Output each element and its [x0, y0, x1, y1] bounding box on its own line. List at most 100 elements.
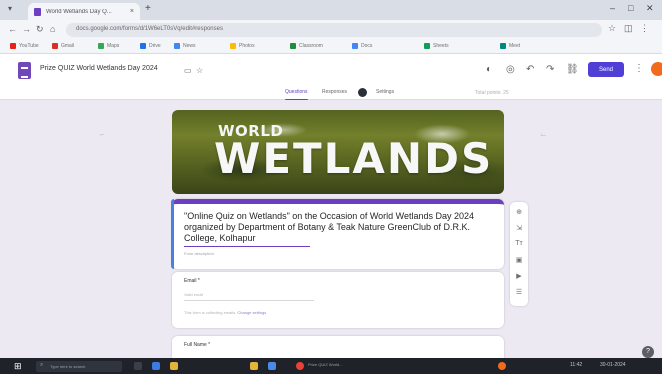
title-focus-underline [184, 246, 310, 247]
task-view-icon[interactable] [134, 362, 142, 370]
bookmark-label: Classroom [299, 43, 323, 49]
form-title[interactable]: "Online Quiz on Wetlands" on the Occasio… [184, 211, 496, 244]
total-points: Total points: 25 [475, 90, 509, 96]
close-tab-icon[interactable]: × [130, 8, 134, 15]
reload-icon[interactable]: ↻ [36, 24, 44, 35]
avatar[interactable] [651, 62, 662, 76]
form-tabs: Questions Responses Settings Total point… [0, 86, 662, 101]
mail-app-icon[interactable] [268, 362, 276, 370]
close-window-icon[interactable]: ✕ [646, 3, 654, 14]
undo-icon[interactable]: ↶ [526, 64, 534, 75]
bookmark-label: Meet [509, 43, 521, 49]
browser-tab[interactable]: World Wetlands Day Q... × [28, 3, 140, 20]
taskbar-app-label[interactable]: Prize QUIZ World... [308, 362, 343, 367]
maximize-icon[interactable]: □ [628, 3, 633, 13]
bookmark-favicon-icon [10, 43, 16, 49]
banner-line-wetlands: WETLANDS [214, 134, 494, 183]
bookmark-label: Drive [149, 43, 161, 49]
header-banner-image: WORLD WETLANDS [172, 110, 504, 194]
more-options-icon[interactable]: ⋮ [634, 63, 644, 74]
tab-search-icon[interactable]: ▾ [8, 4, 12, 13]
add-title-icon[interactable]: Tт [510, 240, 528, 247]
document-title[interactable]: Prize QUIZ World Wetlands Day 2024 [40, 65, 158, 72]
bookmark-favicon-icon [230, 43, 236, 49]
tray-app-icon[interactable] [498, 362, 506, 370]
address-bar[interactable]: docs.google.com/forms/d/1W6eLT0sVq/edit#… [66, 23, 602, 37]
bookmark-favicon-icon [98, 43, 104, 49]
form-description[interactable]: Form description [184, 251, 214, 256]
forms-favicon-icon [34, 7, 41, 16]
bookmark-label: News [183, 43, 196, 49]
edge-browser-icon[interactable] [152, 362, 160, 370]
browser-menu-icon[interactable]: ⋮ [640, 23, 649, 34]
bookmark-favicon-icon [140, 43, 146, 49]
tab-questions[interactable]: Questions [285, 89, 308, 101]
back-icon[interactable]: ← [8, 24, 17, 34]
extensions-icon[interactable]: ◫ [624, 23, 633, 34]
new-tab-button[interactable]: + [145, 3, 151, 14]
tray-time: 11:42 [570, 362, 583, 368]
search-icon: ⌕ [40, 362, 44, 368]
browser-tabstrip: ▾ World Wetlands Day Q... × + – □ ✕ [0, 0, 662, 20]
add-image-icon[interactable]: ▣ [510, 256, 528, 264]
add-question-icon[interactable]: ⊕ [510, 208, 528, 216]
taskbar-search-placeholder: Type here to search [50, 364, 86, 369]
bookmark-favicon-icon [290, 43, 296, 49]
cursor-mark-right-icon: ⌙ [540, 130, 547, 139]
add-section-icon[interactable]: ☰ [510, 288, 528, 296]
file-explorer-icon[interactable] [170, 362, 178, 370]
form-canvas: WORLD WETLANDS "Online Quiz on Wetlands"… [0, 100, 662, 366]
google-forms-logo-icon[interactable] [18, 62, 31, 79]
bookmark-favicon-icon [352, 43, 358, 49]
preview-eye-icon[interactable]: ◎ [506, 64, 515, 75]
email-field[interactable]: Valid email [184, 291, 314, 301]
bookmark-star-icon[interactable]: ☆ [608, 23, 616, 34]
folder-app-icon[interactable] [250, 362, 258, 370]
home-icon[interactable]: ⌂ [50, 24, 55, 34]
forms-header: Prize QUIZ World Wetlands Day 2024 ▭ ☆ ◐… [0, 54, 662, 101]
email-note-text: This form is collecting emails. [184, 310, 237, 315]
os-taskbar: ⊞ ⌕ Type here to search Prize QUIZ World… [0, 358, 662, 374]
bookmark-label: YouTube [19, 43, 39, 49]
tab-responses[interactable]: Responses [322, 89, 347, 95]
bookmark-item[interactable]: Docs [352, 43, 372, 49]
forward-icon[interactable]: → [22, 24, 31, 34]
email-question-card[interactable]: Email * Valid email This form is collect… [172, 272, 504, 328]
import-questions-icon[interactable]: ⇲ [510, 224, 528, 232]
star-icon[interactable]: ☆ [196, 66, 203, 75]
minimize-icon[interactable]: – [610, 3, 615, 13]
name-label: Full Name * [184, 342, 211, 348]
chrome-app-icon[interactable] [296, 362, 304, 370]
bookmark-item[interactable]: Classroom [290, 43, 323, 49]
windows-start-icon[interactable]: ⊞ [14, 361, 22, 372]
tab-settings[interactable]: Settings [376, 89, 394, 95]
question-toolbar: ⊕ ⇲ Tт ▣ ▶ ☰ [510, 202, 528, 306]
taskbar-search-input[interactable]: ⌕ Type here to search [36, 361, 122, 372]
bookmark-item[interactable]: News [174, 43, 196, 49]
tab-title: World Wetlands Day Q... [46, 8, 112, 15]
redo-icon[interactable]: ↷ [546, 64, 554, 75]
bookmark-item[interactable]: Sheets [424, 43, 449, 49]
send-button[interactable]: Send [588, 62, 624, 77]
bookmark-item[interactable]: Photos [230, 43, 255, 49]
bookmark-item[interactable]: Maps [98, 43, 119, 49]
bookmarks-bar: YouTube Gmail Maps Drive News Photos Classroom… [0, 40, 662, 54]
bookmark-favicon-icon [500, 43, 506, 49]
bookmark-item[interactable]: Gmail [52, 43, 74, 49]
bookmark-item[interactable]: Meet [500, 43, 520, 49]
customize-theme-icon[interactable]: ◐ [486, 64, 492, 75]
bookmark-item[interactable]: Drive [140, 43, 161, 49]
bookmark-item[interactable]: YouTube [10, 43, 39, 49]
responses-count-badge [358, 88, 367, 97]
change-settings-link[interactable]: Change settings [237, 310, 266, 315]
bookmark-label: Photos [239, 43, 255, 49]
move-to-folder-icon[interactable]: ▭ [184, 66, 192, 75]
cursor-mark-left-icon: ⌐ [100, 130, 105, 139]
url-text: docs.google.com/forms/d/1W6eLT0sVq/edit#… [76, 26, 223, 32]
form-title-card[interactable]: "Online Quiz on Wetlands" on the Occasio… [171, 199, 504, 269]
add-video-icon[interactable]: ▶ [510, 272, 528, 280]
bookmark-label: Sheets [433, 43, 449, 49]
link-icon[interactable]: ⛓ [566, 64, 579, 75]
help-icon[interactable]: ? [642, 346, 654, 358]
browser-toolbar: ← → ↻ ⌂ docs.google.com/forms/d/1W6eLT0s… [0, 20, 662, 40]
